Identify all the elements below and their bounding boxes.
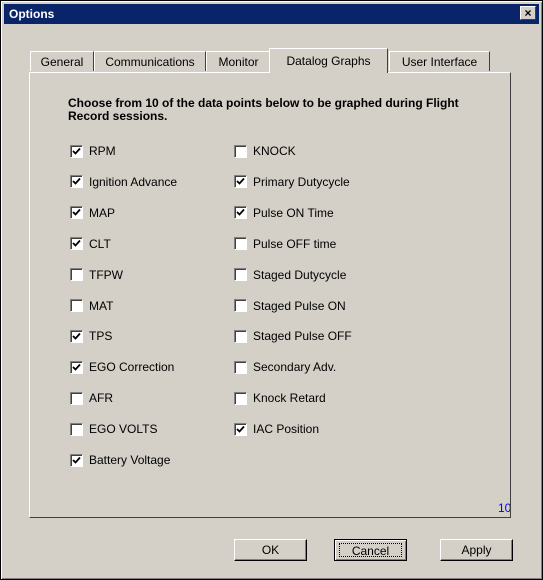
close-button[interactable]: × [520,6,536,20]
tab-general[interactable]: General [30,51,94,71]
window-title: Options [9,7,55,21]
ok-button[interactable]: OK [234,539,307,561]
close-icon: × [524,6,532,20]
tab-panel [29,72,511,518]
tab-communications[interactable]: Communications [94,51,206,71]
tab-monitor[interactable]: Monitor [206,51,271,71]
cancel-button[interactable]: Cancel [334,539,407,561]
tab-user-interface[interactable]: User Interface [389,51,490,71]
apply-button[interactable]: Apply [440,539,513,561]
title-bar[interactable]: Options × [4,4,539,24]
tab-datalog-graphs[interactable]: Datalog Graphs [269,48,388,73]
